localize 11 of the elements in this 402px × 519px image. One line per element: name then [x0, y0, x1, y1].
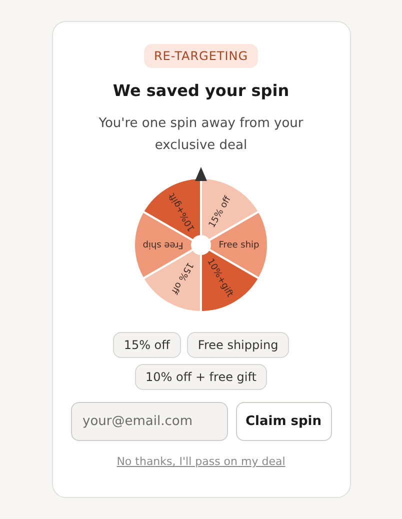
retargeting-badge: RE-TARGETING: [144, 44, 258, 68]
pointer-icon: [195, 167, 207, 181]
prize-chip: 15% off: [112, 332, 181, 358]
prize-chip: Free shipping: [186, 332, 290, 358]
popup-subtitle: You're one spin away from your exclusive deal: [98, 115, 304, 155]
segment-label: Free ship: [142, 240, 184, 250]
email-field[interactable]: your@email.com: [70, 402, 228, 441]
prize-chip: 10% off + free gift: [134, 364, 268, 390]
segment-label: Free ship: [218, 240, 260, 250]
popup-title: We saved your spin: [112, 80, 290, 102]
claim-spin-button[interactable]: Claim spin: [236, 402, 332, 441]
